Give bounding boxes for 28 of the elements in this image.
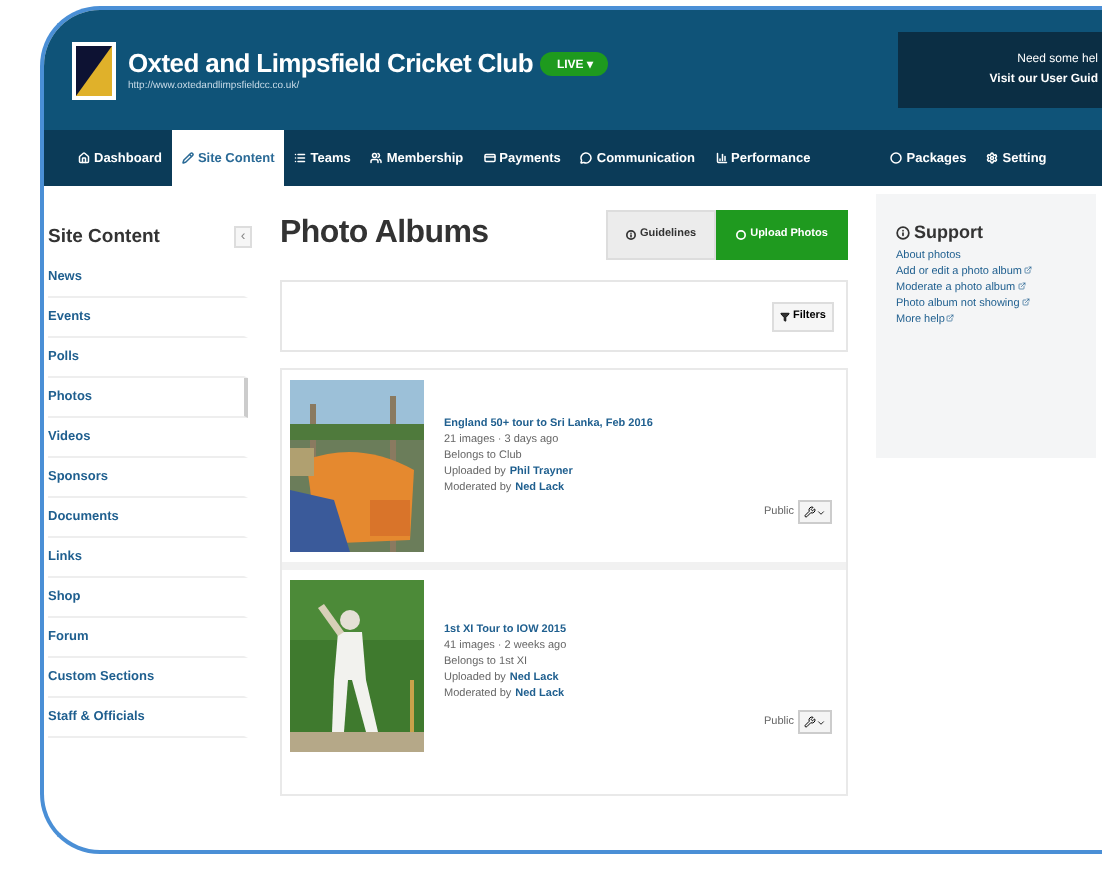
circle-icon [890, 152, 903, 164]
external-link-icon [946, 314, 955, 322]
filter-icon [780, 311, 791, 321]
support-title: Support [896, 222, 1076, 242]
external-link-icon [1021, 298, 1030, 306]
wrench-icon [804, 506, 816, 518]
credit-card-icon [483, 152, 496, 164]
info-icon [896, 225, 910, 239]
sidebar-title: Site Content [48, 225, 160, 247]
external-link-icon [1024, 266, 1032, 274]
club-logo [72, 41, 116, 99]
home-icon [78, 152, 90, 164]
external-link-icon [1017, 282, 1026, 290]
bar-chart-icon [715, 152, 727, 164]
page-title: Photo Albums [280, 216, 489, 252]
users-icon [370, 152, 383, 164]
wrench-icon [804, 716, 816, 728]
list-icon [294, 152, 307, 164]
caret-icon [816, 717, 826, 727]
chat-icon [580, 152, 593, 164]
tools-dropdown[interactable] [798, 710, 832, 734]
info-icon [625, 229, 636, 239]
settings-icon [986, 152, 999, 164]
tools-dropdown[interactable] [798, 500, 832, 524]
pencil-icon [181, 152, 194, 164]
circle-icon [736, 229, 747, 239]
caret-icon [816, 507, 826, 517]
club-name: Oxted and Limpsfield Cricket Club [128, 48, 533, 78]
